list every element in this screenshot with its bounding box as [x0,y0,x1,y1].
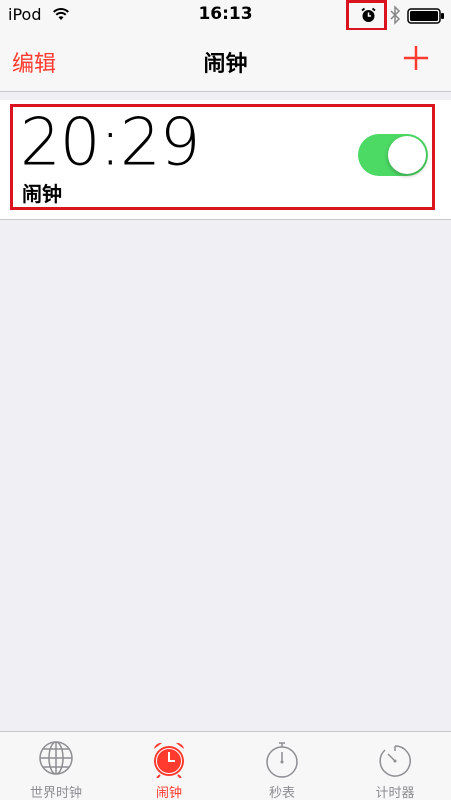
alarm-icon [361,7,376,27]
tab-timer[interactable]: 计时器 [339,732,451,800]
tab-alarm[interactable]: 闹钟 [113,732,225,800]
alarm-enabled-toggle[interactable] [358,134,428,176]
timer-icon [379,745,411,777]
navigation-bar: 编辑 闹钟 [0,30,451,92]
bluetooth-icon [389,5,401,29]
toggle-knob [388,136,426,174]
globe-icon [39,741,73,775]
add-alarm-button[interactable] [402,44,430,72]
tab-bar: 世界时钟 闹钟 秒表 计时器 [0,731,451,800]
tab-label: 秒表 [268,786,295,800]
screen: iPod 16:13 编辑 闹钟 20:29 闹钟 世界时钟 闹钟 秒表 计时器 [0,0,451,800]
alarm-indicator-highlight [346,0,387,31]
alarm-label: 闹钟 [22,182,62,206]
tab-label: 计时器 [375,786,415,800]
tab-label: 世界时钟 [29,786,82,800]
page-title: 闹钟 [203,52,248,77]
tab-stopwatch[interactable]: 秒表 [226,732,338,800]
status-bar: iPod 16:13 [0,0,451,31]
alarm-list-item[interactable]: 20:29 闹钟 [0,100,451,220]
alarm-clock-icon [154,742,184,778]
stopwatch-icon [266,742,298,778]
battery-icon [407,8,445,28]
plus-icon [404,46,428,70]
tab-world-clock[interactable]: 世界时钟 [0,732,112,800]
tab-label: 闹钟 [155,786,182,800]
alarm-time: 20:29 [20,105,200,181]
